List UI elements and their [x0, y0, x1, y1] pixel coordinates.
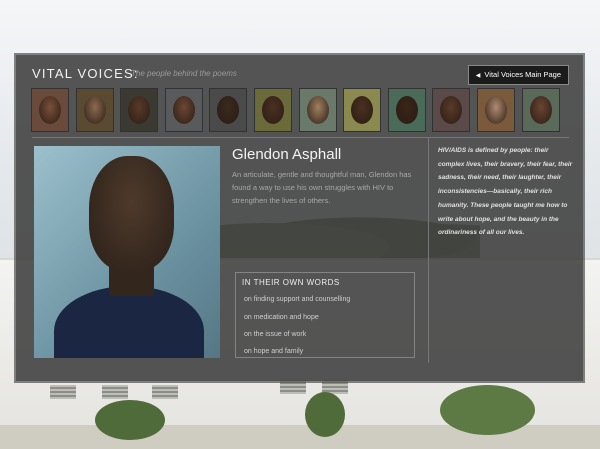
portrait-face — [83, 96, 106, 124]
portrait-thumbnail[interactable] — [32, 89, 68, 131]
wall-vent — [50, 385, 76, 399]
portrait-face — [529, 96, 552, 124]
profile-name: Glendon Asphall — [232, 146, 342, 163]
portrait-thumbnail[interactable] — [478, 89, 514, 131]
own-words-link[interactable]: on medication and hope — [244, 314, 319, 321]
profile-bio: An articulate, gentle and thoughtful man… — [232, 170, 412, 205]
bush — [440, 385, 535, 435]
portrait-face — [172, 96, 195, 124]
portrait-face — [395, 96, 418, 124]
own-words-link[interactable]: on finding support and counselling — [244, 296, 350, 303]
portrait-thumbnail[interactable] — [299, 89, 336, 131]
portrait-face — [217, 96, 240, 124]
photo-shirt — [54, 286, 204, 358]
page-subtitle: The people behind the poems — [131, 69, 237, 78]
column-divider — [428, 137, 429, 363]
own-words-link[interactable]: on hope and family — [244, 348, 303, 355]
portrait-thumbnail[interactable] — [433, 89, 470, 131]
portrait-face — [262, 96, 284, 124]
portrait-thumbnail[interactable] — [255, 89, 291, 131]
portrait-strip — [32, 89, 559, 131]
portrait-face — [306, 96, 329, 124]
portrait-thumbnail[interactable] — [165, 89, 202, 131]
bush — [305, 392, 345, 437]
wall-vent — [102, 385, 128, 399]
portrait-thumbnail[interactable] — [76, 89, 113, 131]
main-page-button[interactable]: ◀ Vital Voices Main Page — [467, 65, 569, 85]
portrait-thumbnail[interactable] — [522, 89, 559, 131]
portrait-face — [485, 96, 507, 124]
portrait-thumbnail[interactable] — [344, 89, 381, 131]
bush — [95, 400, 165, 440]
own-words-link[interactable]: on the issue of work — [244, 331, 306, 338]
own-words-title: IN THEIR OWN WORDS — [242, 278, 340, 287]
portrait-face — [351, 96, 374, 124]
main-page-button-label: Vital Voices Main Page — [484, 70, 561, 79]
portrait-face — [440, 96, 463, 124]
wall-vent — [280, 380, 306, 394]
portrait-thumbnail[interactable] — [388, 89, 425, 131]
wall-vent — [152, 385, 178, 399]
portrait-face — [39, 96, 61, 124]
portrait-face — [128, 96, 151, 124]
vital-voices-panel: VITAL VOICES: The people behind the poem… — [16, 55, 583, 381]
portrait-thumbnail[interactable] — [121, 89, 158, 131]
page-title: VITAL VOICES: — [32, 66, 139, 81]
divider — [32, 137, 569, 138]
quote-text: HIV/AIDS is defined by people: their com… — [438, 147, 573, 237]
portrait-thumbnail[interactable] — [210, 89, 247, 131]
back-arrow-icon: ◀ — [475, 73, 481, 79]
header: VITAL VOICES: The people behind the poem… — [32, 65, 569, 87]
profile-photo — [34, 146, 220, 358]
own-words-box: IN THEIR OWN WORDS on finding support an… — [235, 272, 415, 358]
photo-head — [89, 156, 174, 271]
